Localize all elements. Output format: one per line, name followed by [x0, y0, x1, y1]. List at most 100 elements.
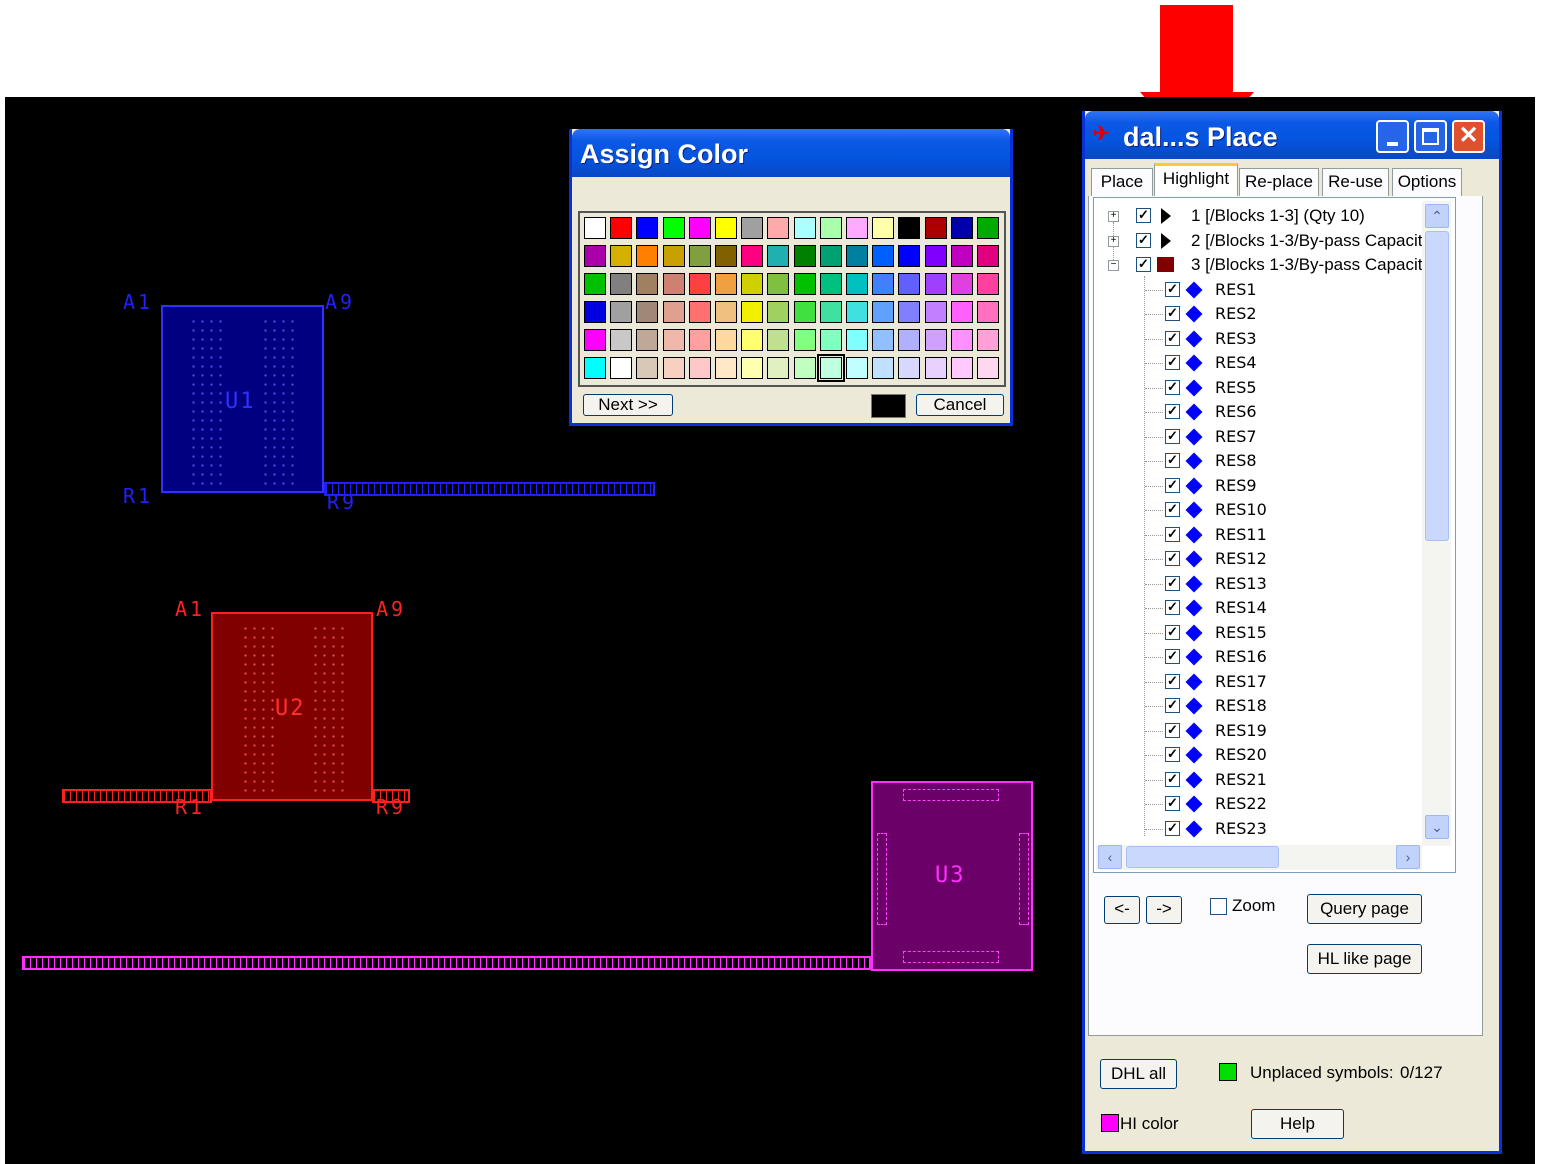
- color-swatch[interactable]: [819, 245, 842, 267]
- color-swatch[interactable]: [950, 301, 973, 323]
- color-swatch[interactable]: [793, 273, 816, 295]
- color-swatch[interactable]: [898, 301, 921, 323]
- scroll-up-arrow[interactable]: ⌃: [1425, 204, 1449, 228]
- color-swatch[interactable]: [584, 357, 606, 379]
- tree-item-row[interactable]: ✓ RES2: [1094, 303, 1424, 325]
- symbol-tree[interactable]: + ✓ 1 [/Blocks 1-3] (Qty 10) + ✓ 2 [/Blocks 1…: [1093, 197, 1456, 873]
- item-checkbox[interactable]: ✓: [1165, 722, 1180, 738]
- color-swatch[interactable]: [898, 217, 921, 239]
- color-swatch[interactable]: [898, 273, 921, 295]
- item-checkbox[interactable]: ✓: [1165, 747, 1180, 762]
- hl-like-page-button[interactable]: HL like page: [1307, 944, 1422, 974]
- next-button[interactable]: Next >>: [583, 394, 673, 416]
- color-swatch[interactable]: [767, 357, 790, 379]
- color-swatch[interactable]: [872, 217, 895, 239]
- item-checkbox[interactable]: ✓: [1165, 306, 1180, 321]
- color-swatch[interactable]: [793, 357, 816, 379]
- color-swatch[interactable]: [846, 245, 868, 267]
- color-swatch[interactable]: [950, 357, 973, 379]
- item-checkbox[interactable]: ✓: [1165, 796, 1180, 811]
- item-checkbox[interactable]: ✓: [1165, 428, 1180, 444]
- tree-item-row[interactable]: ✓ RES14: [1094, 597, 1424, 619]
- color-swatch[interactable]: [741, 301, 764, 323]
- color-swatch[interactable]: [715, 245, 737, 267]
- color-swatch[interactable]: [924, 273, 947, 295]
- color-swatch[interactable]: [584, 301, 606, 323]
- color-swatch[interactable]: [924, 301, 947, 323]
- item-checkbox[interactable]: ✓: [1165, 453, 1180, 468]
- tree-item-row[interactable]: ✓ RES15: [1094, 622, 1424, 644]
- item-checkbox[interactable]: ✓: [1165, 477, 1180, 493]
- color-swatch[interactable]: [688, 273, 711, 295]
- color-swatch[interactable]: [872, 357, 895, 379]
- item-checkbox[interactable]: ✓: [1165, 575, 1180, 591]
- tree-item-row[interactable]: ✓ RES10: [1094, 499, 1424, 521]
- color-swatch[interactable]: [610, 273, 633, 295]
- tree-group-row[interactable]: + ✓ 1 [/Blocks 1-3] (Qty 10): [1094, 205, 1424, 227]
- color-swatch[interactable]: [950, 245, 973, 267]
- tree-item-row[interactable]: ✓ RES8: [1094, 450, 1424, 472]
- color-swatch[interactable]: [846, 329, 868, 351]
- tree-item-row[interactable]: ✓ RES16: [1094, 646, 1424, 668]
- color-swatch[interactable]: [846, 301, 868, 323]
- item-checkbox[interactable]: ✓: [1165, 404, 1180, 419]
- item-checkbox[interactable]: ✓: [1165, 698, 1180, 713]
- u3-resistor-strip[interactable]: [22, 956, 871, 970]
- scroll-left-arrow[interactable]: ‹: [1098, 845, 1122, 869]
- tab-options[interactable]: Options: [1392, 168, 1462, 196]
- item-checkbox[interactable]: ✓: [1165, 673, 1180, 689]
- color-swatch[interactable]: [741, 217, 764, 239]
- item-checkbox[interactable]: ✓: [1165, 624, 1180, 640]
- color-swatch[interactable]: [767, 217, 790, 239]
- item-checkbox[interactable]: ✓: [1165, 820, 1180, 836]
- cancel-button[interactable]: Cancel: [916, 394, 1004, 416]
- color-swatch[interactable]: [872, 245, 895, 267]
- item-checkbox[interactable]: ✓: [1165, 771, 1180, 787]
- tree-item-row[interactable]: ✓ RES3: [1094, 328, 1424, 350]
- tree-item-row[interactable]: ✓ RES1: [1094, 279, 1424, 301]
- color-swatch[interactable]: [872, 329, 895, 351]
- color-swatch[interactable]: [715, 329, 737, 351]
- color-swatch[interactable]: [662, 245, 685, 267]
- tree-item-row[interactable]: ✓ RES17: [1094, 671, 1424, 693]
- color-swatch[interactable]: [610, 217, 633, 239]
- tree-group-row[interactable]: − ✓ 3 [/Blocks 1-3/By-pass Capacito: [1094, 254, 1432, 276]
- color-swatch[interactable]: [950, 217, 973, 239]
- color-swatch[interactable]: [950, 273, 973, 295]
- color-swatch[interactable]: [584, 273, 606, 295]
- color-swatch[interactable]: [846, 273, 868, 295]
- expand-icon[interactable]: +: [1108, 235, 1119, 247]
- color-swatch[interactable]: [793, 217, 816, 239]
- scroll-down-arrow[interactable]: ⌄: [1425, 815, 1449, 839]
- color-swatch[interactable]: [872, 301, 895, 323]
- color-swatch[interactable]: [924, 357, 947, 379]
- color-swatch[interactable]: [793, 301, 816, 323]
- scroll-thumb[interactable]: [1425, 231, 1449, 541]
- tree-item-row[interactable]: ✓ RES7: [1094, 426, 1424, 448]
- color-swatch[interactable]: [950, 329, 973, 351]
- color-swatch[interactable]: [715, 301, 737, 323]
- help-button[interactable]: Help: [1251, 1109, 1344, 1139]
- u2-resistor-strip-right[interactable]: [372, 789, 410, 803]
- color-swatch[interactable]: [688, 329, 711, 351]
- color-swatch[interactable]: [636, 245, 659, 267]
- color-swatch[interactable]: [793, 245, 816, 267]
- item-checkbox[interactable]: ✓: [1165, 281, 1180, 297]
- color-swatch[interactable]: [741, 329, 764, 351]
- item-checkbox[interactable]: ✓: [1165, 502, 1180, 517]
- color-swatch[interactable]: [662, 217, 685, 239]
- color-swatch[interactable]: [819, 217, 842, 239]
- u1-resistor-strip[interactable]: [324, 482, 655, 496]
- next-arrow-button[interactable]: ->: [1146, 896, 1182, 924]
- tree-item-row[interactable]: ✓ RES12: [1094, 548, 1424, 570]
- item-checkbox[interactable]: ✓: [1165, 526, 1180, 542]
- tree-item-row[interactable]: ✓ RES5: [1094, 377, 1424, 399]
- color-swatch[interactable]: [977, 329, 999, 351]
- color-swatch[interactable]: [688, 217, 711, 239]
- tree-group-row[interactable]: + ✓ 2 [/Blocks 1-3/By-pass Capacito: [1094, 230, 1432, 252]
- dhl-all-button[interactable]: DHL all: [1100, 1059, 1177, 1089]
- color-swatch[interactable]: [715, 273, 737, 295]
- color-swatch[interactable]: [793, 329, 816, 351]
- color-swatch[interactable]: [610, 329, 633, 351]
- assign-color-titlebar[interactable]: Assign Color: [572, 129, 1010, 177]
